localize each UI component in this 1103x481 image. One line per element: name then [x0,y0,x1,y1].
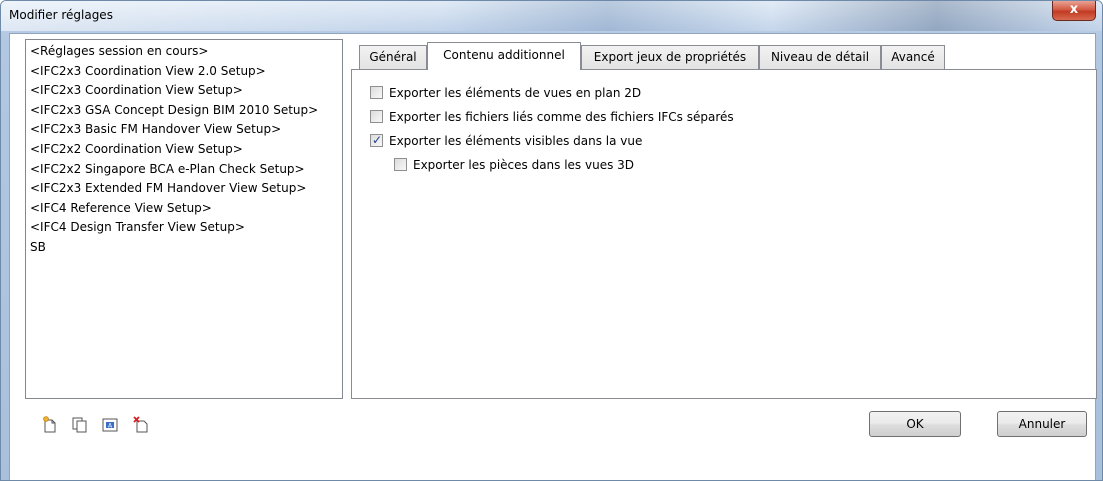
close-icon: x [1069,2,1079,17]
checkbox[interactable] [394,158,407,171]
tab-additional-content[interactable]: Contenu additionnel [427,42,581,70]
duplicate-setup-icon[interactable] [71,416,89,434]
setup-list-item[interactable]: <IFC2x3 GSA Concept Design BIM 2010 Setu… [29,101,339,121]
new-setup-icon[interactable] [41,416,59,434]
tab-general[interactable]: Général [359,45,427,69]
setup-list-item[interactable]: <IFC2x3 Basic FM Handover View Setup> [29,120,339,140]
option-export-visible-elements[interactable]: Exporter les éléments visibles dans la v… [370,131,643,150]
title-bar[interactable]: Modifier réglages x [1,1,1102,31]
ok-button[interactable]: OK [869,411,961,437]
option-label: Exporter les éléments de vues en plan 2D [389,86,642,100]
setup-list-item[interactable]: SB [29,238,339,258]
setup-list-item[interactable]: <IFC2x2 Coordination View Setup> [29,140,339,160]
tab-panel-additional-content: Exporter les éléments de vues en plan 2D… [351,69,1097,399]
option-export-2d-plan-elements[interactable]: Exporter les éléments de vues en plan 2D [370,84,641,102]
cancel-button[interactable]: Annuler [997,411,1087,437]
tab-level-of-detail[interactable]: Niveau de détail [759,45,881,69]
checkbox[interactable] [370,110,383,123]
option-label: Exporter les fichiers liés comme des fic… [389,110,734,124]
setup-list-item[interactable]: <IFC4 Reference View Setup> [29,199,339,219]
rename-setup-icon[interactable]: A [101,416,119,434]
option-label: Exporter les éléments visibles dans la v… [389,134,643,148]
delete-setup-icon[interactable] [133,416,151,434]
tab-property-sets[interactable]: Export jeux de propriétés [581,45,759,69]
checkbox[interactable] [370,86,383,99]
setup-list[interactable]: <Réglages session en cours> <IFC2x3 Coor… [25,39,343,399]
option-export-parts-3d[interactable]: Exporter les pièces dans les vues 3D [394,156,634,174]
setup-list-item[interactable]: <IFC2x2 Singapore BCA e-Plan Check Setup… [29,160,339,180]
option-export-linked-files[interactable]: Exporter les fichiers liés comme des fic… [370,108,734,126]
tab-advanced[interactable]: Avancé [881,45,945,69]
setup-list-item[interactable]: <IFC4 Design Transfer View Setup> [29,218,339,238]
modify-settings-dialog: Modifier réglages x <Réglages session en… [0,0,1103,481]
window-title: Modifier réglages [9,8,113,22]
setup-list-item[interactable]: <Réglages session en cours> [29,42,339,62]
setup-list-item[interactable]: <IFC2x3 Coordination View 2.0 Setup> [29,62,339,82]
setup-list-item[interactable]: <IFC2x3 Coordination View Setup> [29,81,339,101]
setup-list-item[interactable]: <IFC2x3 Extended FM Handover View Setup> [29,179,339,199]
close-button[interactable]: x [1052,1,1096,21]
checkbox-checked[interactable] [370,131,383,149]
option-label: Exporter les pièces dans les vues 3D [413,158,635,172]
